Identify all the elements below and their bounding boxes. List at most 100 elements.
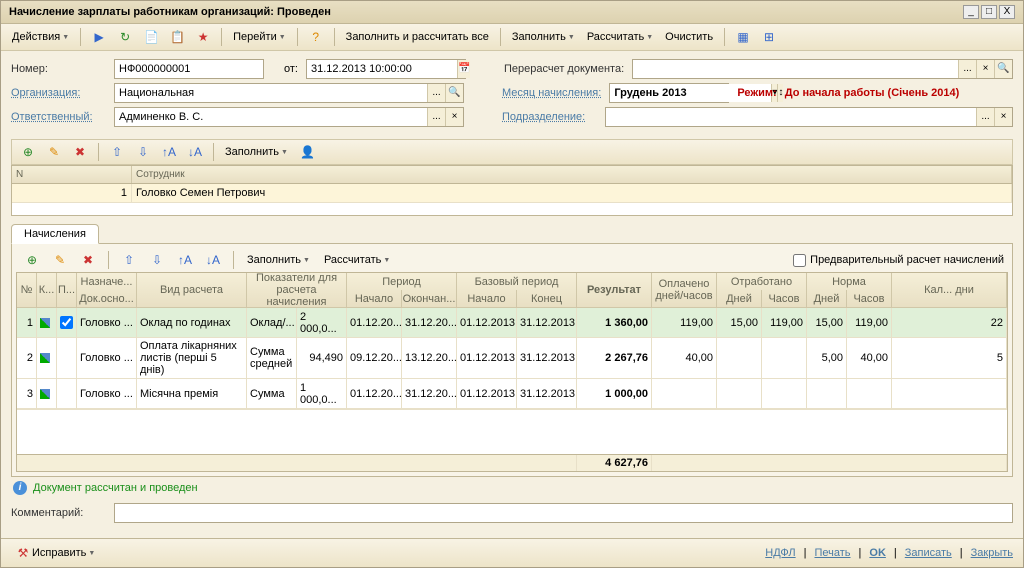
month-input[interactable]: ▾ ↕ [609,83,729,103]
accruals-panel: ⊕ ✎ ✖ ⇧ ⇩ ↑A ↓A Заполнить ▼ Рассчитать ▼… [11,244,1013,477]
sort-asc-button[interactable]: ↑A [173,250,197,270]
fill-menu[interactable]: Заполнить ▼ [507,28,580,46]
month-label[interactable]: Месяц начисления: [502,87,601,99]
toolbar-icon-doc[interactable]: 📄 [139,27,163,47]
form-header: Номер: от: 📅 Перерасчет документа: ... ×… [1,51,1023,139]
recalc-input[interactable]: ... × 🔍 [632,59,1013,79]
col-n[interactable]: N [12,166,132,183]
employee-grid: N Сотрудник 1 Головко Семен Петрович [11,165,1013,216]
search-icon[interactable]: 🔍 [994,60,1012,78]
comment-row: Комментарий: [11,503,1013,523]
select-icon[interactable]: ... [976,108,994,126]
employee-toolbar: ⊕ ✎ ✖ ⇧ ⇩ ↑A ↓A Заполнить ▼ 👤 [11,139,1013,165]
number-input[interactable] [114,59,264,79]
org-label[interactable]: Организация: [11,87,106,99]
main-toolbar: Действия ▼ ▶ ↻ 📄 📋 ★ Перейти ▼ ? Заполни… [1,24,1023,51]
down-button[interactable]: ⇩ [131,142,155,162]
recalc-label: Перерасчет документа: [504,63,624,75]
status-text: Документ рассчитан и проведен [33,482,198,494]
toolbar-icon-refresh[interactable]: ↻ [113,27,137,47]
toolbar-icon-star[interactable]: ★ [191,27,215,47]
clear-button[interactable]: Очистить [660,28,718,46]
dept-input[interactable]: ... × [605,107,1013,127]
close-button[interactable]: X [999,5,1015,19]
totals-row: 4 627,76 [17,454,1007,471]
titlebar: Начисление зарплаты работникам организац… [1,1,1023,24]
tab-accruals[interactable]: Начисления [11,224,99,244]
toolbar-icon-tree[interactable]: ⊞ [757,27,781,47]
select-icon[interactable]: ... [427,108,445,126]
add-button[interactable]: ⊕ [20,250,44,270]
up-button[interactable]: ⇧ [117,250,141,270]
clear-icon[interactable]: × [976,60,994,78]
fill-emp-menu[interactable]: Заполнить ▼ [220,143,293,161]
accrual-row[interactable]: 3Головко ...Місячна преміяСумма1 000,0..… [17,379,1007,409]
flag-icon [40,353,50,363]
comment-label: Комментарий: [11,507,106,519]
sort-asc-button[interactable]: ↑A [157,142,181,162]
flag-icon [40,389,50,399]
delete-button[interactable]: ✖ [68,142,92,162]
resp-input[interactable]: ... × [114,107,464,127]
toolbar-icon-list[interactable]: 📋 [165,27,189,47]
delete-button[interactable]: ✖ [76,250,100,270]
tabs: Начисления [11,224,1013,244]
up-button[interactable]: ⇧ [105,142,129,162]
dept-label[interactable]: Подразделение: [502,111,597,123]
search-icon[interactable]: 🔍 [445,84,463,102]
from-date-input[interactable]: 📅 [306,59,466,79]
sort-desc-button[interactable]: ↓A [201,250,225,270]
resp-label[interactable]: Ответственный: [11,111,106,123]
fix-menu[interactable]: ⚒ Исправить ▼ [11,543,100,563]
ndfl-link[interactable]: НДФЛ [765,547,795,559]
employee-row[interactable]: 1 Головко Семен Петрович [12,184,1012,203]
stepper-icon[interactable]: ↕ [777,84,783,102]
mode-value: До начала работы (Січень 2014) [785,87,960,99]
total-result: 4 627,76 [577,455,652,471]
row-checkbox[interactable] [60,316,73,329]
close-link[interactable]: Закрыть [971,547,1013,559]
status-line: i Документ рассчитан и проведен [1,477,1023,499]
minimize-button[interactable]: _ [963,5,979,19]
info-icon: i [13,481,27,495]
select-icon[interactable]: ... [427,84,445,102]
toolbar-icon-grid[interactable]: ▦ [731,27,755,47]
edit-button[interactable]: ✎ [48,250,72,270]
fill-accr-menu[interactable]: Заполнить ▼ [242,251,315,269]
clear-icon[interactable]: × [994,108,1012,126]
accrual-row[interactable]: 1Головко ...Оклад по годинахОклад/...2 0… [17,308,1007,338]
bottombar: ⚒ Исправить ▼ НДФЛ | Печать | OK | Запис… [1,538,1023,567]
prelim-checkbox[interactable] [793,254,806,267]
col-employee[interactable]: Сотрудник [132,166,1012,183]
add-button[interactable]: ⊕ [16,142,40,162]
down-button[interactable]: ⇩ [145,250,169,270]
edit-button[interactable]: ✎ [42,142,66,162]
sort-desc-button[interactable]: ↓A [183,142,207,162]
toolbar-icon-run[interactable]: ▶ [87,27,111,47]
clear-icon[interactable]: × [445,108,463,126]
number-label: Номер: [11,63,106,75]
fill-calc-all-button[interactable]: Заполнить и рассчитать все [341,28,494,46]
from-label: от: [284,63,298,75]
prelim-label: Предварительный расчет начислений [810,254,1004,266]
person-icon[interactable]: 👤 [295,142,319,162]
flag-icon [40,318,50,328]
select-icon[interactable]: ... [958,60,976,78]
calc-menu[interactable]: Рассчитать ▼ [582,28,658,46]
calendar-icon[interactable]: 📅 [457,60,470,78]
accrual-row[interactable]: 2Головко ...Оплата лікарняних листів (пе… [17,338,1007,379]
main-window: Начисление зарплаты работникам организац… [0,0,1024,568]
org-input[interactable]: ... 🔍 [114,83,464,103]
ok-button[interactable]: OK [869,547,886,559]
actions-menu[interactable]: Действия ▼ [7,28,74,46]
maximize-button[interactable]: □ [981,5,997,19]
accruals-grid: № К... П... Назначе... Док.осно... Вид р… [16,272,1008,472]
help-button[interactable]: ? [304,27,328,47]
goto-menu[interactable]: Перейти ▼ [228,28,291,46]
print-link[interactable]: Печать [814,547,850,559]
comment-input[interactable] [114,503,1013,523]
calc-accr-menu[interactable]: Рассчитать ▼ [319,251,395,269]
employee-section: ⊕ ✎ ✖ ⇧ ⇩ ↑A ↓A Заполнить ▼ 👤 N Сотрудни… [11,139,1013,216]
window-title: Начисление зарплаты работникам организац… [9,6,961,18]
save-button[interactable]: Записать [905,547,952,559]
